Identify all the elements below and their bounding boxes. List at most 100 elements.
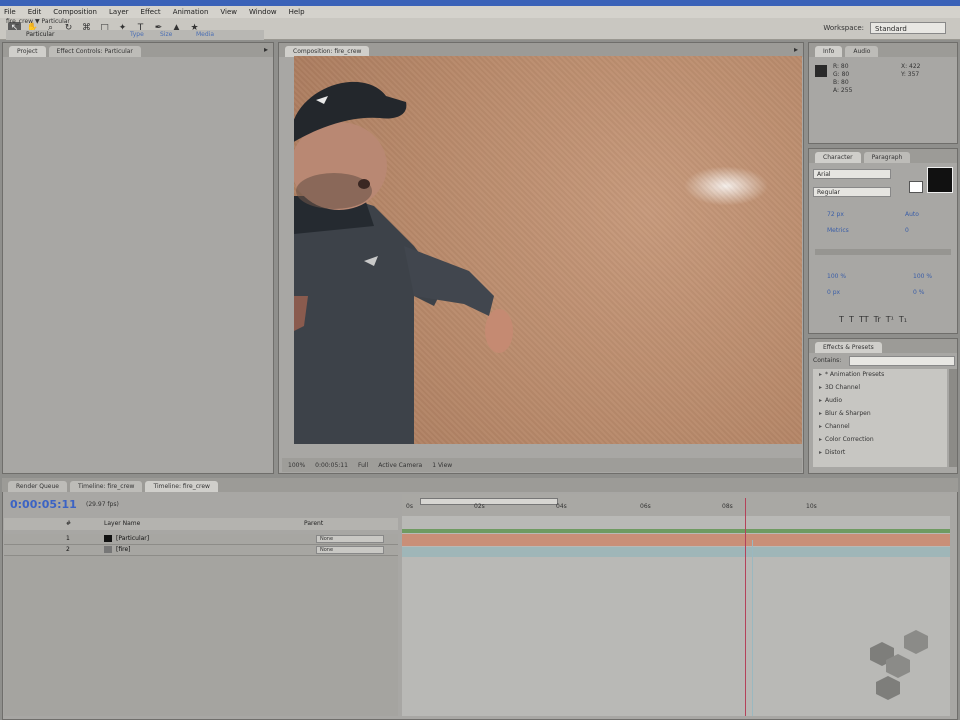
fill-color-swatch[interactable]: [927, 167, 953, 193]
layer-color-icon: [104, 535, 112, 542]
layer-row[interactable]: 1 [Particular] None: [4, 534, 398, 545]
tab-paragraph[interactable]: Paragraph: [863, 152, 911, 163]
vertical-scale-value[interactable]: 100 %: [827, 273, 846, 280]
tab-timeline-1[interactable]: Timeline: fire_crew: [69, 481, 143, 492]
column-parent: Parent: [304, 520, 324, 527]
tab-render-queue[interactable]: Render Queue: [8, 481, 67, 492]
menu-file[interactable]: File: [4, 8, 16, 16]
project-tabs: Project Effect Controls: Particular: [3, 43, 273, 57]
layer-column-header: [4, 518, 398, 530]
effects-search-input[interactable]: [849, 356, 955, 366]
tab-effect-controls[interactable]: Effect Controls: Particular: [48, 46, 141, 57]
view-layout-select[interactable]: 1 View: [432, 462, 452, 469]
font-style-field[interactable]: Regular: [813, 187, 891, 197]
layer-duration-bar[interactable]: [402, 547, 950, 557]
expand-triangle-icon: ▸: [819, 449, 823, 456]
layer-duration-bar[interactable]: [402, 534, 950, 546]
fx-item-audio[interactable]: ▸ Audio: [819, 397, 842, 404]
panel-menu-icon[interactable]: ▸: [264, 45, 268, 54]
parent-select[interactable]: None: [316, 535, 384, 543]
layer-list-empty: [4, 556, 398, 716]
playhead[interactable]: [745, 498, 746, 716]
layer-number: 2: [66, 546, 70, 553]
font-family-field[interactable]: Arial: [813, 169, 891, 179]
expand-triangle-icon: ▸: [819, 423, 823, 430]
info-panel: Info Audio R: 80 G: 80 B: 80 A: 255 X: 4…: [808, 42, 958, 144]
font-size-value[interactable]: 72 px: [827, 211, 844, 218]
project-link-size[interactable]: Size: [160, 31, 172, 38]
menu-layer[interactable]: Layer: [109, 8, 129, 16]
camera-select[interactable]: Active Camera: [378, 462, 422, 469]
current-time[interactable]: 0:00:05:11: [315, 462, 348, 469]
menu-composition[interactable]: Composition: [53, 8, 97, 16]
project-breadcrumb: fire_crew ▼ Particular: [6, 18, 70, 25]
menu-effect[interactable]: Effect: [141, 8, 161, 16]
baseline-shift-value[interactable]: 0 px: [827, 289, 840, 296]
tab-audio[interactable]: Audio: [845, 46, 879, 57]
workspace-select[interactable]: Standard: [870, 22, 946, 34]
work-area-bar[interactable]: [420, 498, 558, 505]
parent-select[interactable]: None: [316, 546, 384, 554]
effects-presets-panel: Effects & Presets Contains: ▸ * Animation…: [808, 338, 958, 474]
tab-effects-presets[interactable]: Effects & Presets: [815, 342, 882, 353]
info-b: B: 80: [833, 79, 849, 86]
resolution-select[interactable]: Full: [358, 462, 368, 469]
stroke-width-slider[interactable]: [815, 249, 951, 255]
composition-viewer[interactable]: [294, 56, 802, 444]
kerning-value[interactable]: Metrics: [827, 227, 849, 234]
project-panel: Project Effect Controls: Particular ▸: [2, 42, 274, 474]
ruler-tick-label: 10s: [806, 503, 817, 510]
menu-edit[interactable]: Edit: [28, 8, 42, 16]
expand-triangle-icon: ▸: [819, 410, 823, 417]
expand-triangle-icon: ▸: [819, 371, 823, 378]
workspace-label: Workspace:: [823, 24, 864, 32]
menu-bar: File Edit Composition Layer Effect Anima…: [0, 6, 960, 18]
menu-window[interactable]: Window: [249, 8, 277, 16]
character-tabs: Character Paragraph: [809, 149, 957, 163]
tab-project[interactable]: Project: [9, 46, 46, 57]
fx-item-distort[interactable]: ▸ Distort: [819, 449, 845, 456]
ruler-tick-label: 02s: [474, 503, 485, 510]
tab-info[interactable]: Info: [815, 46, 843, 57]
tsume-value[interactable]: 0 %: [913, 289, 924, 296]
character-panel: Character Paragraph Arial Regular 72 px …: [808, 148, 958, 334]
expand-triangle-icon: ▸: [819, 397, 823, 404]
column-number: #: [66, 520, 72, 527]
menu-view[interactable]: View: [220, 8, 237, 16]
horizontal-scale-value[interactable]: 100 %: [913, 273, 932, 280]
text-style-buttons[interactable]: T T TT Tr T¹ T₁: [839, 315, 907, 324]
fx-item-color-correction[interactable]: ▸ Color Correction: [819, 436, 874, 443]
info-x: X: 422: [901, 63, 921, 70]
fx-item-animation-presets[interactable]: ▸ * Animation Presets: [819, 371, 884, 378]
timeline-timecode[interactable]: 0:00:05:11: [10, 498, 77, 511]
search-label: Contains:: [813, 357, 842, 364]
stroke-color-swatch[interactable]: [909, 181, 923, 193]
fx-item-channel[interactable]: ▸ Channel: [819, 423, 850, 430]
leading-value[interactable]: Auto: [905, 211, 919, 218]
tracking-value[interactable]: 0: [905, 227, 909, 234]
project-link-type[interactable]: Type: [130, 31, 144, 38]
menu-help[interactable]: Help: [289, 8, 305, 16]
menu-animation[interactable]: Animation: [173, 8, 209, 16]
project-item-name[interactable]: Particular: [26, 31, 54, 38]
fx-item-3d-channel[interactable]: ▸ 3D Channel: [819, 384, 860, 391]
work-area-indicator: [402, 529, 950, 533]
fx-item-blur-sharpen[interactable]: ▸ Blur & Sharpen: [819, 410, 871, 417]
info-tabs: Info Audio: [809, 43, 957, 57]
zoom-level[interactable]: 100%: [288, 462, 305, 469]
ruler-tick-label: 06s: [640, 503, 651, 510]
panel-menu-icon[interactable]: ▸: [794, 45, 798, 54]
layer-row[interactable]: 2 [fire] None: [4, 545, 398, 556]
info-a: A: 255: [833, 87, 853, 94]
layer-name[interactable]: [fire]: [116, 546, 131, 553]
ruler-tick-label: 08s: [722, 503, 733, 510]
project-link-media[interactable]: Media: [196, 31, 214, 38]
info-y: Y: 357: [901, 71, 920, 78]
layer-name[interactable]: [Particular]: [116, 535, 149, 542]
person-figure: [294, 81, 513, 444]
effects-scrollbar[interactable]: [949, 369, 957, 467]
tab-timeline-2[interactable]: Timeline: fire_crew: [145, 481, 218, 492]
tab-character[interactable]: Character: [815, 152, 861, 163]
info-r: R: 80: [833, 63, 849, 70]
expand-triangle-icon: ▸: [819, 436, 823, 443]
